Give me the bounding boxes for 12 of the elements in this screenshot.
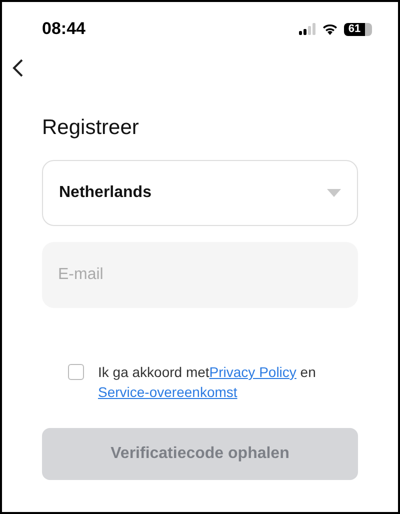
page-title: Registreer bbox=[42, 116, 140, 140]
caret-icon bbox=[327, 189, 341, 197]
country-dropdown[interactable]: Netherlands bbox=[42, 160, 358, 226]
agreement-checkbox[interactable] bbox=[68, 364, 84, 380]
email-field[interactable]: E-mail bbox=[42, 242, 358, 308]
clock-time: 08:44 bbox=[42, 19, 86, 39]
battery-indicator: 61 bbox=[344, 22, 365, 36]
privacy-policy-link[interactable]: Privacy Policy bbox=[209, 364, 296, 380]
wifi-icon bbox=[322, 23, 338, 35]
signal-icon bbox=[299, 23, 316, 35]
service-agreement-link[interactable]: Service-overeenkomst bbox=[98, 384, 238, 400]
agreement-text: Ik ga akkoord metPrivacy Policy en Service-overeenkomst bbox=[98, 363, 317, 402]
